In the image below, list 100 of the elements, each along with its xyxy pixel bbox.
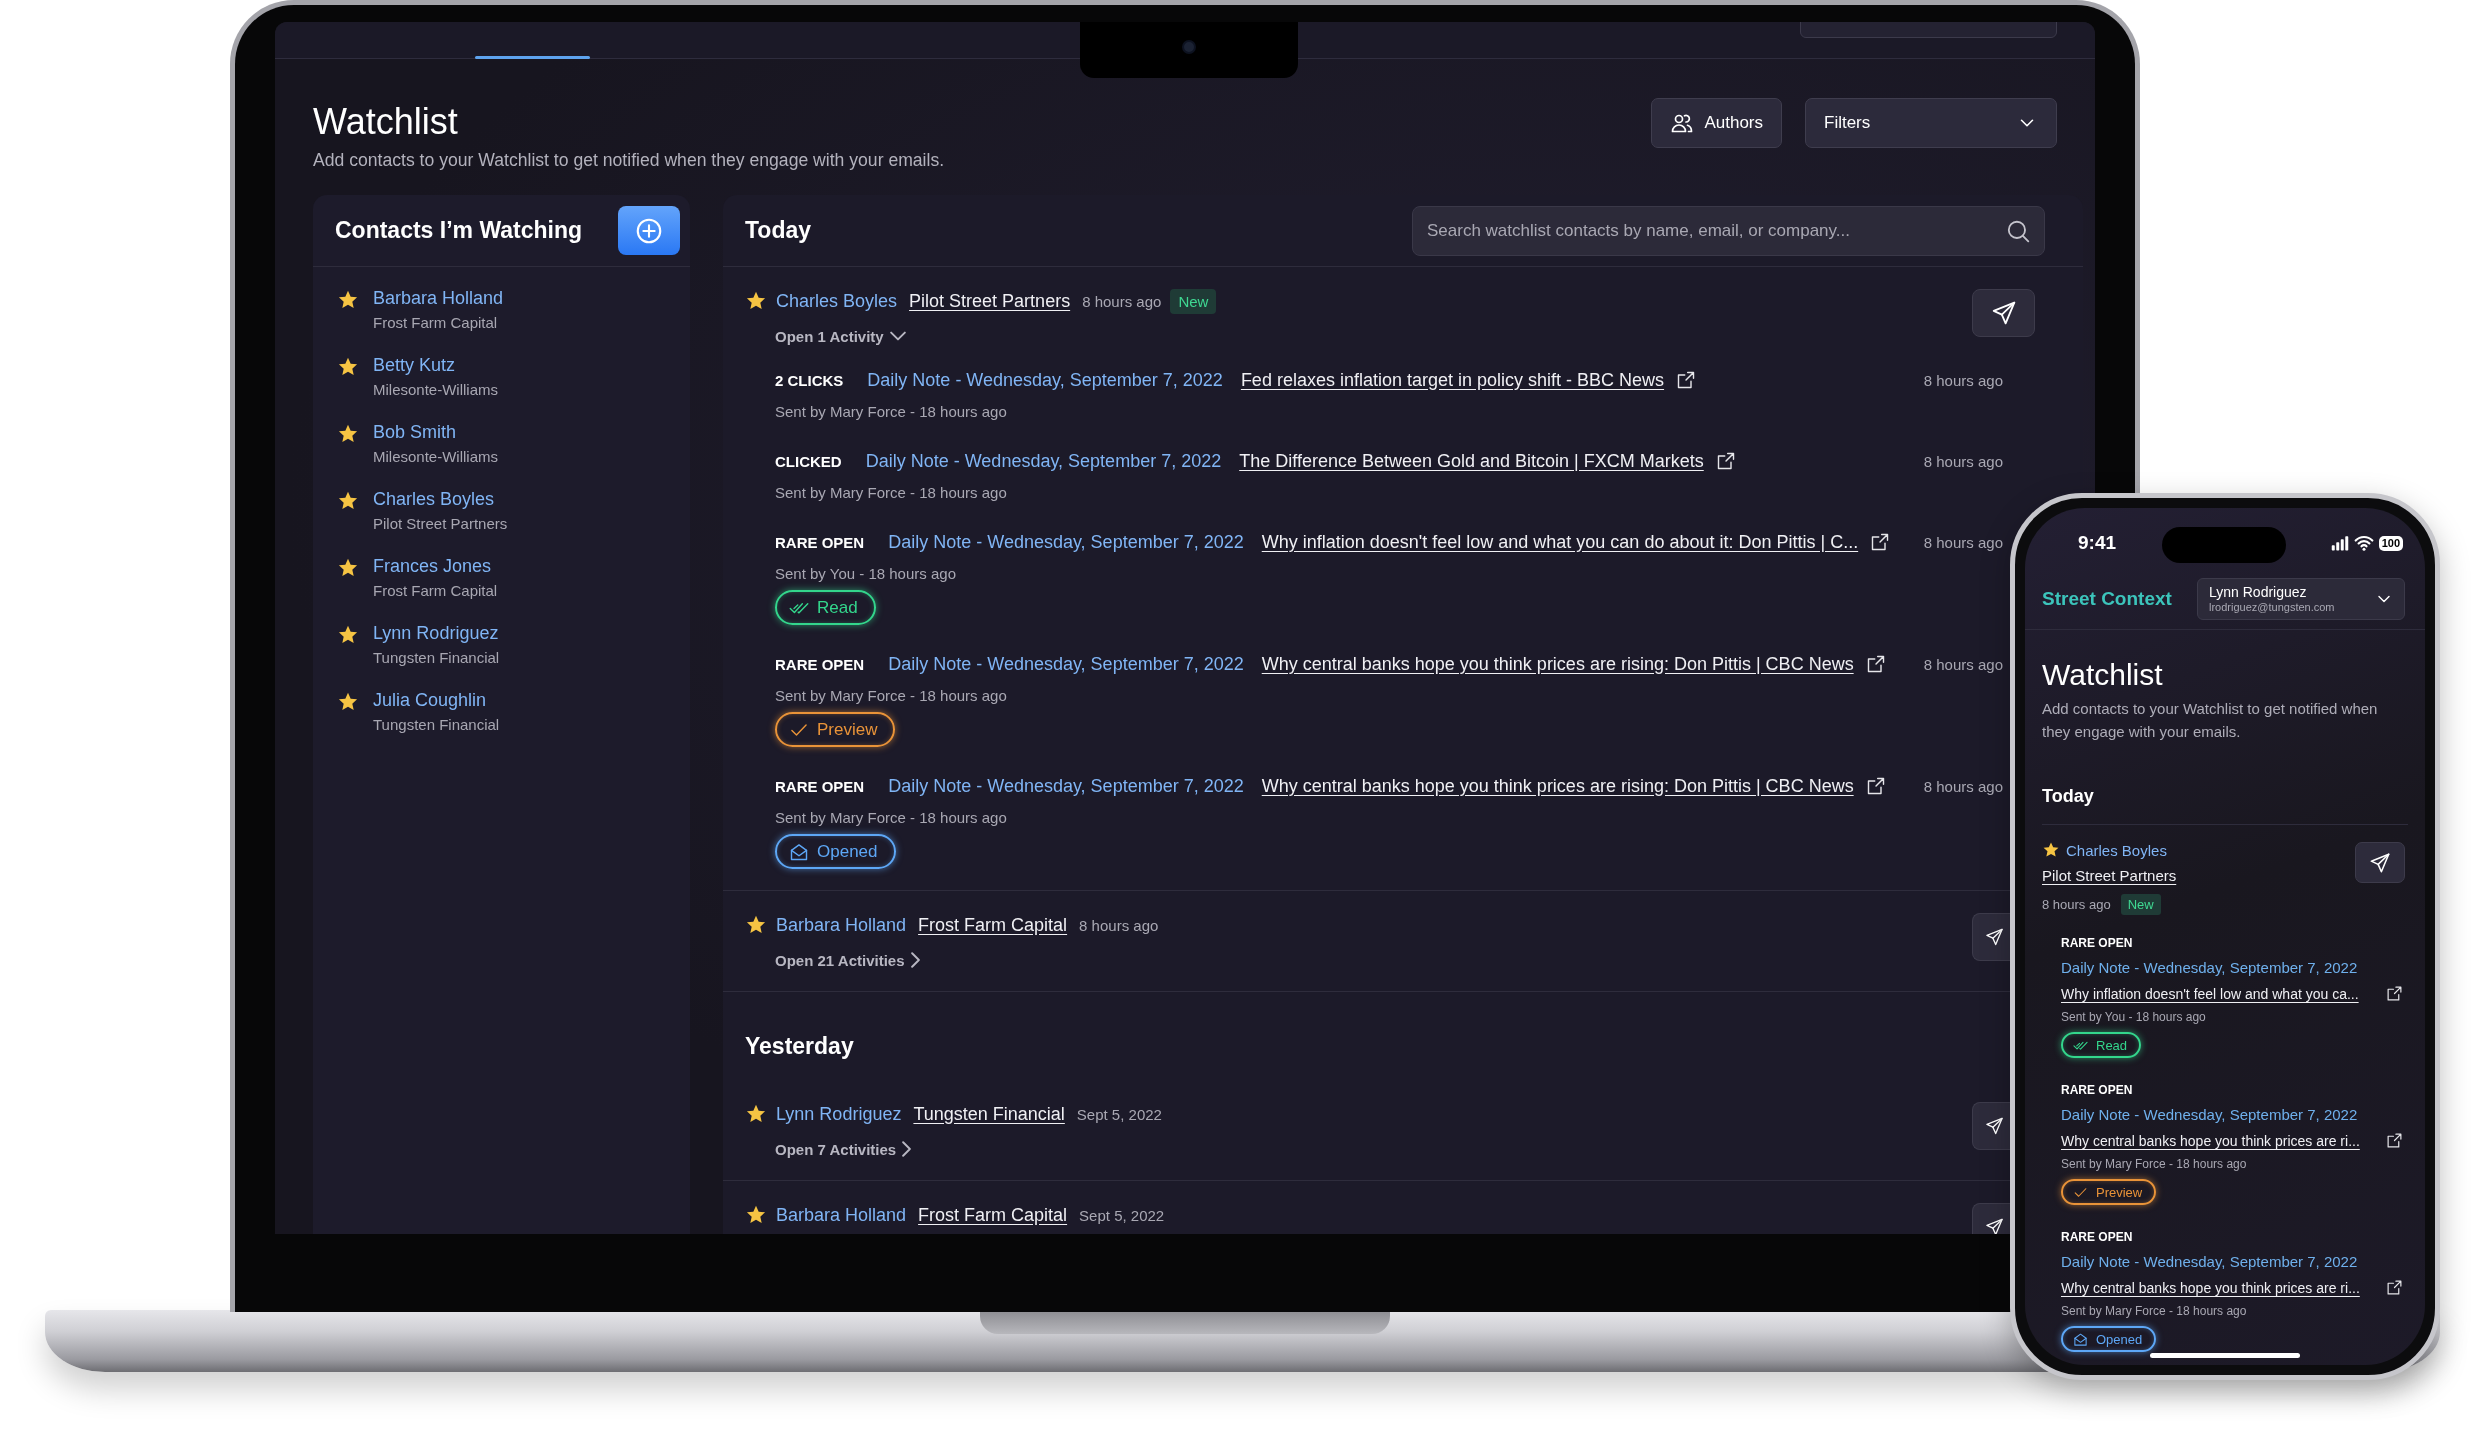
timestamp: 8 hours ago <box>1082 292 1162 310</box>
email-subject-link[interactable]: Daily Note - Wednesday, September 7, 2022 <box>2061 1253 2403 1271</box>
star-icon <box>745 1103 767 1125</box>
activity-toggle[interactable]: Open 21 Activities <box>775 950 920 970</box>
send-icon <box>2369 851 2391 874</box>
article-link[interactable]: Why central banks hope you think prices are ri... <box>2061 1132 2360 1149</box>
external-link-icon <box>2386 1279 2403 1296</box>
section-heading: Today <box>2042 785 2408 825</box>
send-button[interactable] <box>1972 1102 2010 1150</box>
contact-name[interactable]: Lynn Rodriguez <box>776 1103 902 1125</box>
contact-name[interactable]: Charles Boyles <box>776 290 898 312</box>
sent-by-text: Sent by Mary Force - 18 hours ago <box>2061 1157 2248 1172</box>
star-icon <box>337 356 359 378</box>
send-button[interactable] <box>2355 842 2405 883</box>
article-link[interactable]: Fed relaxes inflation target in policy shift - BBC News <box>1240 369 1665 391</box>
contact-name[interactable]: Barbara Holland <box>776 914 907 936</box>
contact-company: Milesonte-Williams <box>373 381 499 399</box>
star-icon <box>337 423 359 445</box>
sidebar-title: Contacts I’m Watching <box>335 217 583 244</box>
send-button[interactable] <box>1972 289 2035 337</box>
sent-by-text: Sent by Mary Force - 18 hours ago <box>775 402 1008 422</box>
star-icon <box>337 624 359 646</box>
contact-name[interactable]: Charles Boyles <box>373 488 508 510</box>
external-link-icon <box>1865 654 1886 674</box>
authors-button[interactable]: Authors <box>1651 98 1782 148</box>
contact-name[interactable]: Lynn Rodriguez <box>373 622 500 644</box>
status-label: Preview <box>2096 1184 2143 1200</box>
contact-name[interactable]: Barbara Holland <box>373 287 504 309</box>
send-icon <box>1990 300 2017 326</box>
signal-icon <box>2330 534 2349 552</box>
filters-dropdown[interactable]: Filters <box>1805 98 2057 148</box>
article-link[interactable]: Why central banks hope you think prices are rising: Don Pittis | CBC News <box>1261 653 1854 675</box>
timestamp: 8 hours ago <box>1923 371 2003 389</box>
wifi-icon <box>2353 533 2374 553</box>
contact-name[interactable]: Barbara Holland <box>776 1204 907 1226</box>
article-link[interactable]: Why central banks hope you think prices are ri... <box>2061 1279 2360 1296</box>
star-icon <box>337 557 359 579</box>
contact-company: Frost Farm Capital <box>373 314 499 332</box>
star-icon <box>337 691 359 713</box>
company-link[interactable]: Frost Farm Capital <box>918 1204 1068 1226</box>
star-icon <box>337 490 359 512</box>
activity-type: RARE OPEN <box>775 777 865 795</box>
page-subtitle: Add contacts to your Watchlist to get notified when they engage with your emails. <box>313 150 945 171</box>
email-subject-link[interactable]: Daily Note - Wednesday, September 7, 2022 <box>888 531 1244 553</box>
email-subject-link[interactable]: Daily Note - Wednesday, September 7, 2022 <box>888 653 1244 675</box>
account-name: Lynn Rodriguez <box>2209 583 2308 600</box>
contact-company: Tungsten Financial <box>373 649 500 667</box>
activity-toggle[interactable]: Open 7 Activities <box>775 1139 912 1159</box>
activity-type: CLICKED <box>775 452 842 470</box>
add-contact-button[interactable] <box>618 206 680 255</box>
contact-name[interactable]: Bob Smith <box>373 421 499 443</box>
contact-company: Milesonte-Williams <box>373 448 499 466</box>
activity-type: RARE OPEN <box>2061 1082 2134 1098</box>
company-link[interactable]: Tungsten Financial <box>913 1103 1065 1125</box>
timestamp: 8 hours ago <box>1923 452 2003 470</box>
send-button[interactable] <box>1972 913 2010 961</box>
timestamp: 8 hours ago <box>1923 777 2003 795</box>
section-heading: Today <box>745 217 812 244</box>
email-subject-link[interactable]: Daily Note - Wednesday, September 7, 2022 <box>867 369 1223 391</box>
search-field[interactable]: Search watchlist contacts by name, email, or company... <box>1412 205 2045 256</box>
company-link[interactable]: Frost Farm Capital <box>918 914 1068 936</box>
external-link-icon <box>2386 985 2403 1002</box>
email-subject-link[interactable]: Daily Note - Wednesday, September 7, 2022 <box>888 775 1244 797</box>
activity-type: 2 CLICKS <box>775 371 844 389</box>
activity-type: RARE OPEN <box>2061 1229 2134 1245</box>
external-link-icon <box>1865 776 1886 796</box>
article-link[interactable]: Why inflation doesn't feel low and what you ca... <box>2061 985 2359 1002</box>
new-badge: New <box>2120 894 2161 915</box>
external-link-icon <box>1676 370 1697 390</box>
email-subject-link[interactable]: Daily Note - Wednesday, September 7, 2022 <box>2061 959 2403 977</box>
email-subject-link[interactable]: Daily Note - Wednesday, September 7, 2022 <box>865 450 1222 472</box>
star-icon <box>745 914 767 936</box>
contact-name[interactable]: Charles Boyles <box>2066 841 2167 859</box>
activity-type: RARE OPEN <box>2061 935 2134 951</box>
contact-name[interactable]: Julia Coughlin <box>373 689 500 711</box>
star-icon <box>337 289 359 311</box>
timestamp: 8 hours ago <box>2042 897 2111 912</box>
app-logo: Street Context <box>2042 587 2172 610</box>
contact-company: Pilot Street Partners <box>373 515 508 533</box>
external-link-icon <box>1870 532 1891 552</box>
sent-by-text: Sent by Mary Force - 18 hours ago <box>2061 1304 2248 1319</box>
status-label: Read <box>2096 1037 2128 1053</box>
account-dropdown[interactable]: Lynn Rodriguez lrodriguez@tungsten.com <box>2197 577 2405 620</box>
article-link[interactable]: Why inflation doesn't feel low and what you can do about it: Don Pittis | C... <box>1261 531 1859 553</box>
activity-toggle[interactable]: Open 1 Activity <box>775 326 906 346</box>
sent-by-text: Sent by Mary Force - 18 hours ago <box>775 686 1008 706</box>
email-subject-link[interactable]: Daily Note - Wednesday, September 7, 2022 <box>2061 1106 2403 1124</box>
contact-name[interactable]: Betty Kutz <box>373 354 499 376</box>
contact-name[interactable]: Frances Jones <box>373 555 498 577</box>
company-link[interactable]: Pilot Street Partners <box>2042 867 2177 884</box>
company-link[interactable]: Pilot Street Partners <box>909 290 1071 312</box>
external-link-icon <box>2386 1132 2403 1149</box>
section-heading: Yesterday <box>744 1032 854 1060</box>
timestamp: 8 hours ago <box>1923 533 2003 551</box>
article-link[interactable]: Why central banks hope you think prices are rising: Don Pittis | CBC News <box>1261 775 1854 797</box>
star-icon <box>745 1204 767 1226</box>
external-link-icon <box>1715 451 1736 471</box>
account-email: lrodriguez@tungsten.com <box>2209 600 2335 614</box>
article-link[interactable]: The Difference Between Gold and Bitcoin | FXCM Markets <box>1239 450 1704 472</box>
clock-time: 9:41 <box>2078 532 2117 554</box>
